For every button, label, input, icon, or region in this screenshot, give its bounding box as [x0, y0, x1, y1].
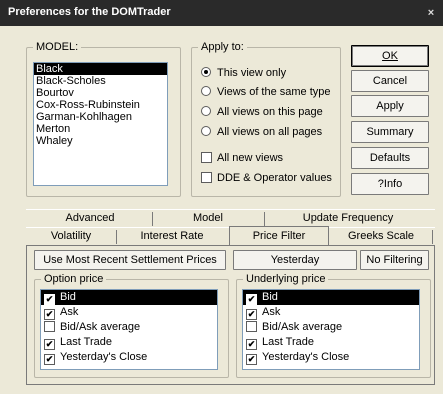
option-price-item[interactable]: ✔ Bid — [41, 290, 217, 305]
checkbox[interactable]: ✔ — [246, 309, 257, 320]
radio-button[interactable] — [201, 126, 211, 136]
model-listbox[interactable]: Black Black-Scholes Bourtov Cox-Ross-Rub… — [33, 62, 168, 186]
item-label: Yesterday's Close — [262, 351, 350, 363]
defaults-label: Defaults — [369, 152, 411, 164]
checkbox[interactable] — [246, 321, 257, 332]
summary-button[interactable]: Summary — [351, 121, 429, 143]
item-label: Bid — [60, 291, 76, 303]
tab-greeks-scale[interactable]: Greeks Scale — [331, 228, 431, 245]
tab-advanced[interactable]: Advanced — [30, 210, 150, 227]
cancel-button[interactable]: Cancel — [351, 70, 429, 92]
use-recent-label: Use Most Recent Settlement Prices — [43, 254, 217, 266]
option-price-list[interactable]: ✔ Bid ✔ Ask Bid/Ask average ✔ Last Trade ✔ Y… — [40, 289, 218, 370]
radio-all-views-all-pages[interactable]: All views on all pages — [201, 124, 322, 140]
item-label: Bid — [262, 291, 278, 303]
close-icon[interactable]: × — [423, 5, 439, 21]
check-dde-operator-values[interactable]: DDE & Operator values — [201, 170, 332, 186]
model-legend: MODEL: — [36, 41, 79, 53]
underlying-price-item[interactable]: ✔ Ask — [243, 305, 419, 320]
underlying-price-item[interactable]: ✔ Bid — [243, 290, 419, 305]
tab-model[interactable]: Model — [153, 210, 263, 227]
title-bar[interactable]: Preferences for the DOMTrader × — [0, 0, 443, 26]
checkbox-label: All new views — [217, 152, 284, 164]
item-label: Last Trade — [262, 336, 314, 348]
checkbox[interactable] — [201, 172, 212, 183]
checkbox[interactable] — [201, 152, 212, 163]
apply-label: Apply — [376, 100, 404, 112]
item-label: Last Trade — [60, 336, 112, 348]
option-price-item[interactable]: ✔ Ask — [41, 305, 217, 320]
tab-update-frequency[interactable]: Update Frequency — [265, 210, 431, 227]
model-item[interactable]: Black-Scholes — [34, 75, 167, 87]
no-filtering-button[interactable]: No Filtering — [360, 250, 429, 270]
preferences-dialog: Preferences for the DOMTrader × MODEL: B… — [0, 0, 443, 394]
checkbox-label: DDE & Operator values — [217, 172, 332, 184]
underlying-price-item[interactable]: ✔ Yesterday's Close — [243, 350, 419, 365]
radio-label: All views on all pages — [217, 126, 323, 138]
checkbox[interactable] — [44, 321, 55, 332]
model-item[interactable]: Bourtov — [34, 87, 167, 99]
checkbox[interactable]: ✔ — [246, 339, 257, 350]
item-label: Ask — [60, 306, 79, 318]
checkbox[interactable]: ✔ — [246, 294, 257, 305]
radio-button[interactable] — [201, 86, 211, 96]
radio-label: This view only — [217, 67, 287, 79]
checkbox[interactable]: ✔ — [246, 354, 257, 365]
radio-button[interactable] — [201, 67, 211, 77]
radio-views-same-type[interactable]: Views of the same type — [201, 84, 331, 100]
yesterday-label: Yesterday — [270, 254, 320, 266]
checkbox[interactable]: ✔ — [44, 294, 55, 305]
cancel-label: Cancel — [372, 75, 408, 87]
use-recent-settlement-button[interactable]: Use Most Recent Settlement Prices — [34, 250, 226, 270]
tab-price-filter[interactable]: Price Filter — [229, 226, 329, 245]
summary-label: Summary — [366, 126, 414, 138]
model-item[interactable]: Whaley — [34, 135, 167, 147]
radio-label: All views on this page — [217, 106, 323, 118]
ok-button[interactable]: OK — [351, 45, 429, 67]
item-label: Bid/Ask average — [60, 321, 141, 333]
radio-button[interactable] — [201, 106, 211, 116]
yesterday-button[interactable]: Yesterday — [233, 250, 357, 270]
radio-this-view-only[interactable]: This view only — [201, 65, 286, 81]
window-title: Preferences for the DOMTrader — [8, 6, 171, 18]
option-price-item[interactable]: ✔ Yesterday's Close — [41, 350, 217, 365]
model-item[interactable]: Garman-Kohlhagen — [34, 111, 167, 123]
item-label: Bid/Ask average — [262, 321, 343, 333]
no-filtering-label: No Filtering — [366, 254, 423, 266]
underlying-price-item[interactable]: ✔ Last Trade — [243, 335, 419, 350]
info-button[interactable]: ?Info — [351, 173, 429, 195]
info-label: ?Info — [377, 178, 403, 190]
item-label: Yesterday's Close — [60, 351, 148, 363]
model-item[interactable]: Merton — [34, 123, 167, 135]
option-price-legend: Option price — [44, 273, 104, 285]
tab-interest-rate[interactable]: Interest Rate — [117, 228, 227, 245]
checkbox[interactable]: ✔ — [44, 354, 55, 365]
underlying-price-item[interactable]: Bid/Ask average — [243, 320, 419, 335]
apply-to-legend: Apply to: — [201, 41, 244, 53]
underlying-price-legend: Underlying price — [246, 273, 326, 285]
apply-button[interactable]: Apply — [351, 95, 429, 117]
option-price-item[interactable]: ✔ Last Trade — [41, 335, 217, 350]
model-item[interactable]: Cox-Ross-Rubinstein — [34, 99, 167, 111]
ok-label: OK — [382, 50, 398, 62]
model-item[interactable]: Black — [34, 63, 167, 75]
item-label: Ask — [262, 306, 281, 318]
checkbox[interactable]: ✔ — [44, 339, 55, 350]
checkbox[interactable]: ✔ — [44, 309, 55, 320]
defaults-button[interactable]: Defaults — [351, 147, 429, 169]
option-price-item[interactable]: Bid/Ask average — [41, 320, 217, 335]
check-all-new-views[interactable]: All new views — [201, 150, 283, 166]
tab-separator — [432, 230, 433, 244]
underlying-price-list[interactable]: ✔ Bid ✔ Ask Bid/Ask average ✔ Last Trade ✔ Y… — [242, 289, 420, 370]
tab-volatility[interactable]: Volatility — [28, 228, 114, 245]
radio-label: Views of the same type — [217, 86, 331, 98]
radio-all-views-this-page[interactable]: All views on this page — [201, 104, 323, 120]
